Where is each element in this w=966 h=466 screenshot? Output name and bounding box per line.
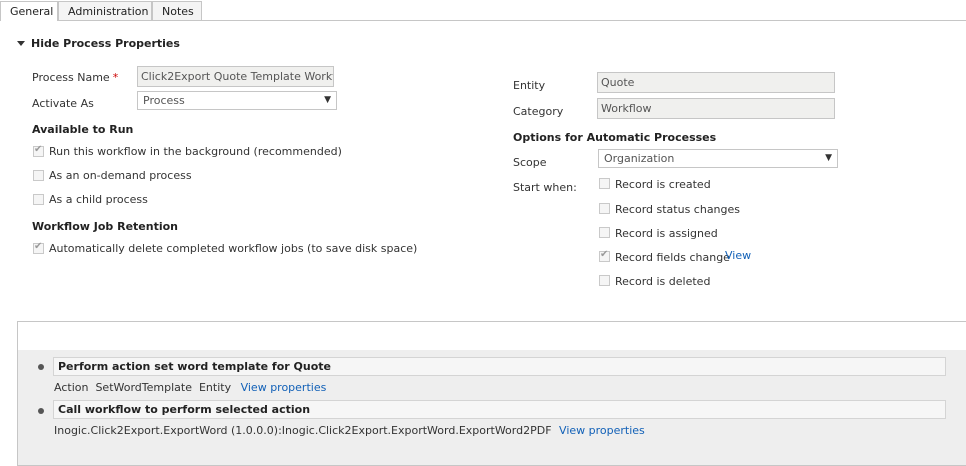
record-created-checkbox[interactable] — [599, 178, 610, 189]
collapse-caret-icon — [17, 40, 25, 46]
step-1-detail-text: Action SetWordTemplate Entity — [54, 381, 232, 394]
record-fields-view-link[interactable]: View — [725, 249, 751, 262]
child-process-checkbox[interactable] — [33, 194, 44, 205]
entity-label: Entity — [513, 79, 546, 92]
hide-process-properties-toggle[interactable]: Hide Process Properties — [17, 37, 180, 50]
required-marker: * — [112, 71, 119, 84]
record-assigned-label: Record is assigned — [615, 227, 718, 240]
step-2-detail-text: Inogic.Click2Export.ExportWord (1.0.0.0)… — [54, 424, 552, 437]
workflow-steps-panel: Perform action set word template for Quo… — [17, 321, 966, 466]
step-1-detail: Action SetWordTemplate Entity View prope… — [54, 381, 326, 394]
job-retention-title: Workflow Job Retention — [32, 220, 178, 233]
category-label: Category — [513, 105, 564, 118]
scope-select[interactable]: Organization ▼ — [598, 149, 838, 168]
child-process-label: As a child process — [49, 193, 148, 206]
steps-list: Perform action set word template for Quo… — [18, 350, 966, 465]
available-to-run-title: Available to Run — [32, 123, 134, 136]
automatic-processes-title: Options for Automatic Processes — [513, 131, 717, 144]
process-name-label: Process Name * — [32, 71, 119, 84]
dropdown-arrow-icon: ▼ — [825, 153, 832, 163]
run-background-label: Run this workflow in the background (rec… — [49, 145, 342, 158]
tab-notes[interactable]: Notes — [152, 1, 202, 20]
record-fields-change-label: Record fields change — [615, 251, 730, 264]
step-2-header[interactable]: Call workflow to perform selected action — [53, 400, 946, 419]
step-1-header[interactable]: Perform action set word template for Quo… — [53, 357, 946, 376]
activate-as-value: Process — [143, 94, 185, 107]
on-demand-label: As an on-demand process — [49, 169, 192, 182]
tab-bar: General Administration Notes — [0, 0, 966, 21]
step-2-detail: Inogic.Click2Export.ExportWord (1.0.0.0)… — [54, 424, 645, 437]
step-1-view-properties-link[interactable]: View properties — [241, 381, 327, 394]
activate-as-select[interactable]: Process ▼ — [137, 91, 337, 110]
record-assigned-checkbox[interactable] — [599, 227, 610, 238]
step-bullet-icon — [38, 364, 44, 370]
start-when-label: Start when: — [513, 181, 577, 194]
record-status-checkbox[interactable] — [599, 203, 610, 214]
dropdown-arrow-icon: ▼ — [324, 95, 331, 105]
tab-general[interactable]: General — [0, 1, 58, 21]
entity-field: Quote — [597, 72, 835, 93]
on-demand-checkbox[interactable] — [33, 170, 44, 181]
activate-as-label: Activate As — [32, 97, 94, 110]
record-created-label: Record is created — [615, 178, 711, 191]
step-bullet-icon — [38, 408, 44, 414]
scope-value: Organization — [604, 152, 675, 165]
tab-administration[interactable]: Administration — [58, 1, 152, 20]
auto-delete-checkbox[interactable] — [33, 241, 44, 254]
run-background-checkbox[interactable] — [33, 144, 44, 157]
record-status-label: Record status changes — [615, 203, 741, 216]
process-name-field[interactable]: Click2Export Quote Template Workflow — [137, 66, 334, 87]
record-deleted-label: Record is deleted — [615, 275, 711, 288]
record-fields-change-checkbox[interactable] — [599, 249, 610, 262]
section-title: Hide Process Properties — [31, 37, 180, 50]
category-field: Workflow — [597, 98, 835, 119]
record-deleted-checkbox[interactable] — [599, 275, 610, 286]
scope-label: Scope — [513, 156, 547, 169]
step-2-view-properties-link[interactable]: View properties — [559, 424, 645, 437]
auto-delete-label: Automatically delete completed workflow … — [49, 242, 418, 255]
